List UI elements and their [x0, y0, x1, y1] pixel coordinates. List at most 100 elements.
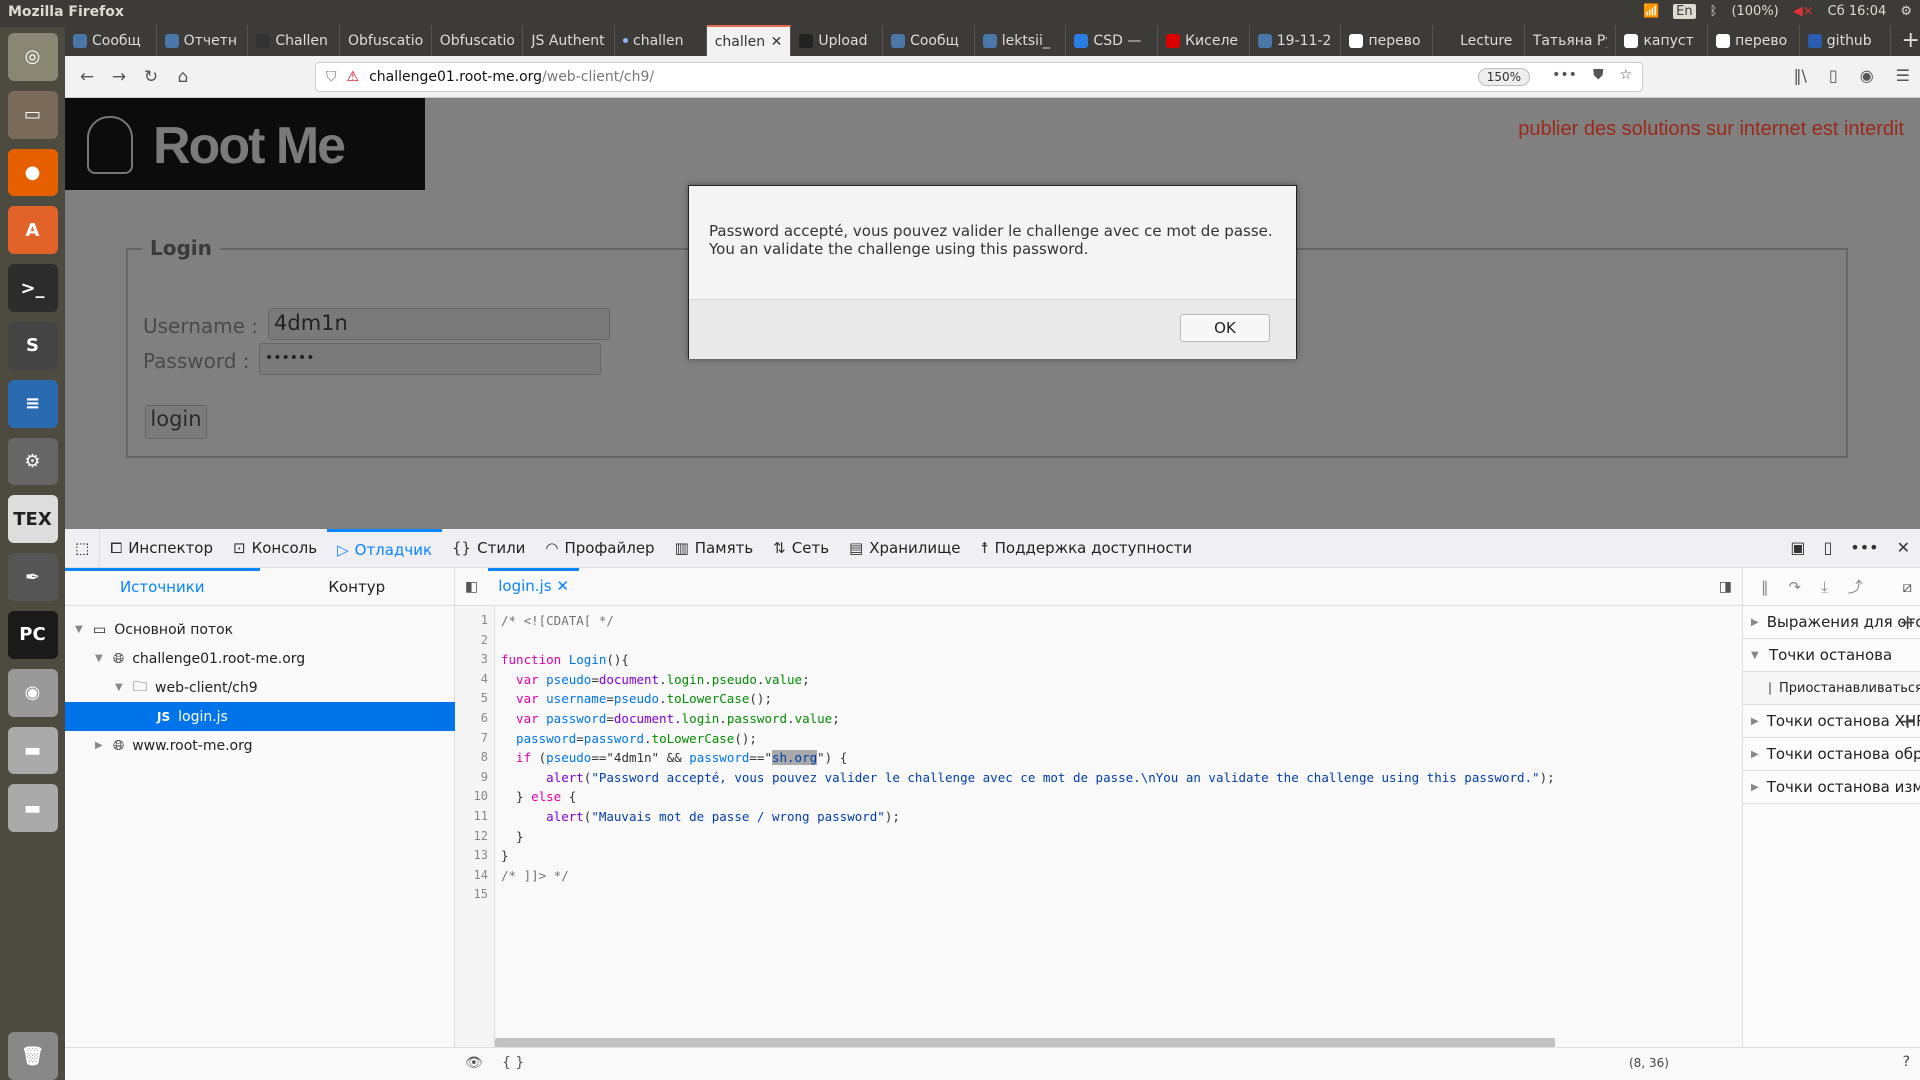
new-tab-icon[interactable]: +	[1901, 28, 1919, 53]
forward-icon[interactable]: →	[103, 67, 135, 87]
browser-tab[interactable]: Отчетн	[157, 25, 249, 56]
step-over-icon[interactable]: ↷	[1789, 578, 1802, 596]
browser-tab[interactable]: Challen	[248, 25, 341, 56]
browser-tab[interactable]: Upload	[791, 25, 884, 56]
browser-tab[interactable]: github	[1800, 25, 1892, 56]
close-tab-icon[interactable]: ✕	[556, 577, 569, 595]
feather-icon[interactable]: ✒	[7, 553, 58, 601]
browser-tab[interactable]: Lecture	[1433, 25, 1525, 56]
disk-icon[interactable]: ▬	[7, 726, 58, 775]
more-icon[interactable]: •••	[1552, 67, 1577, 83]
tab-profiler[interactable]: ◠ Профайлер	[535, 529, 664, 568]
add-icon[interactable]: +	[1899, 610, 1916, 634]
step-out-icon[interactable]: ⤴	[1848, 576, 1863, 597]
home-icon[interactable]: ⌂	[167, 67, 199, 87]
tab-network[interactable]: ⇅ Сеть	[763, 529, 839, 568]
line-number[interactable]: 2	[481, 633, 488, 647]
keyboard-layout[interactable]: En	[1673, 4, 1696, 19]
line-number[interactable]: 6	[481, 711, 488, 725]
line-number[interactable]: 10	[474, 789, 488, 803]
pause-on-exceptions-checkbox[interactable]: Приостанавливаться н…	[1743, 672, 1920, 705]
code-line[interactable]: var pseudo=document.login.pseudo.value;	[501, 672, 810, 687]
line-number[interactable]: 9	[481, 770, 488, 784]
ok-button[interactable]: OK	[1180, 314, 1270, 342]
tab-storage[interactable]: ▤ Хранилище	[839, 529, 970, 568]
code-line[interactable]: /* ]]> */	[501, 868, 569, 883]
code-line[interactable]: }	[501, 829, 524, 844]
line-number[interactable]: 1	[481, 613, 488, 627]
bookmark-star-icon[interactable]: ☆	[1619, 67, 1632, 83]
browser-tab[interactable]: lektsii_	[975, 25, 1067, 56]
line-number[interactable]: 11	[474, 809, 488, 823]
files-icon[interactable]: ▭	[7, 90, 58, 139]
watch-expressions-section[interactable]: ▶Выражения для отсл…+	[1743, 606, 1920, 639]
line-number[interactable]: 15	[474, 887, 488, 901]
more-options-icon[interactable]: •••	[1850, 538, 1878, 557]
line-number[interactable]: 14	[474, 868, 488, 882]
browser-tab[interactable]: перево	[1708, 25, 1800, 56]
tab-inspector[interactable]: ⧠ Инспектор	[100, 529, 223, 568]
browser-tab[interactable]: challen	[615, 25, 707, 56]
line-number[interactable]: 4	[481, 672, 488, 686]
browser-tab[interactable]: Obfuscatio	[432, 25, 524, 56]
username-input[interactable]: 4dm1n	[268, 308, 610, 340]
xhr-breakpoints-section[interactable]: ▶ Точки останова XHR +	[1743, 705, 1920, 738]
reload-icon[interactable]: ↻	[135, 67, 167, 87]
battery-indicator[interactable]: (100%)	[1731, 4, 1778, 19]
code-line[interactable]: }	[501, 848, 509, 863]
line-number[interactable]: 13	[474, 848, 488, 862]
disk-icon[interactable]: ▬	[7, 784, 58, 833]
line-gutter[interactable]: 1 2 3 4 5 6 7 8 9 10 11 12 13 14 15	[455, 606, 495, 1047]
close-devtools-icon[interactable]: ✕	[1897, 538, 1910, 557]
camera-icon[interactable]: ◉	[7, 668, 58, 717]
terminal-icon[interactable]: >_	[7, 264, 58, 312]
tab-styles[interactable]: {} Стили	[442, 529, 535, 568]
back-icon[interactable]: ←	[71, 67, 103, 87]
deactivate-breakpoints-icon[interactable]: ⧄	[1902, 578, 1912, 596]
power-icon[interactable]: ⚙	[1900, 4, 1912, 19]
line-number[interactable]: 7	[481, 731, 488, 745]
tab-memory[interactable]: ▥ Память	[665, 529, 764, 568]
dock-layout-icon[interactable]: ▣	[1790, 538, 1805, 557]
code-line[interactable]: } else {	[501, 789, 576, 804]
blackbox-eye-icon[interactable]: 👁︎	[465, 1055, 483, 1071]
firefox-icon[interactable]: ●	[7, 148, 58, 197]
settings-icon[interactable]: ⚙	[7, 437, 58, 486]
url-bar[interactable]: ⛉ ⚠ challenge01.root-me.org/web-client/c…	[315, 62, 1643, 92]
volume-muted-icon[interactable]: ◀×	[1793, 4, 1814, 19]
bluetooth-icon[interactable]: ᛒ	[1710, 4, 1718, 19]
tab-outline[interactable]: Контур	[260, 568, 455, 605]
tab-debugger[interactable]: ▷ Отладчик	[327, 528, 443, 568]
tex-icon[interactable]: TEX	[7, 495, 58, 544]
sidebar-icon[interactable]: ▯	[1829, 66, 1838, 85]
library-icon[interactable]: ‖\	[1793, 66, 1806, 85]
tree-item-challenge-host[interactable]: ▼ 🌐︎ challenge01.root-me.org	[65, 644, 455, 673]
software-center-icon[interactable]: A	[7, 206, 58, 255]
shield-icon[interactable]: ⛉	[326, 69, 337, 85]
line-number[interactable]: 8	[481, 750, 488, 764]
tab-console[interactable]: ⊡ Консоль	[223, 529, 327, 568]
sublime-icon[interactable]: S	[7, 321, 58, 370]
event-listener-breakpoints-section[interactable]: ▶Точки останова обработч…	[1743, 738, 1920, 771]
browser-tab[interactable]: 19-11-2	[1250, 25, 1342, 56]
code-line[interactable]: password=password.toLowerCase();	[501, 731, 757, 746]
browser-tab[interactable]: Сообщ	[883, 25, 975, 56]
help-icon[interactable]: ?	[1903, 1054, 1910, 1070]
insecure-lock-icon[interactable]: ⚠	[347, 69, 360, 85]
breakpoints-section[interactable]: ▼ Точки останова	[1743, 639, 1920, 672]
tab-accessibility[interactable]: ☨ Поддержка доступности	[970, 529, 1202, 568]
pretty-print-button[interactable]: { }	[502, 1055, 524, 1071]
close-tab-icon[interactable]: ✕	[771, 34, 783, 50]
tree-item-main-thread[interactable]: ▼ ▭ Основной поток	[65, 615, 455, 644]
toggle-sources-icon[interactable]: ◧	[465, 579, 478, 595]
browser-tab[interactable]: капуст	[1616, 25, 1709, 56]
add-icon[interactable]: +	[1899, 709, 1916, 733]
pycharm-icon[interactable]: PC	[7, 610, 58, 659]
browser-tab[interactable]: Татьяна Ру	[1525, 25, 1617, 56]
browser-tab[interactable]: перево	[1341, 25, 1434, 56]
horizontal-scrollbar[interactable]	[495, 1038, 1555, 1047]
clock[interactable]: Сб 16:04	[1828, 4, 1887, 19]
toggle-panes-icon[interactable]: ◨	[1719, 579, 1732, 595]
code-line[interactable]: var username=pseudo.toLowerCase();	[501, 691, 772, 706]
tree-item-www-host[interactable]: ▶ 🌐︎ www.root-me.org	[65, 731, 455, 760]
